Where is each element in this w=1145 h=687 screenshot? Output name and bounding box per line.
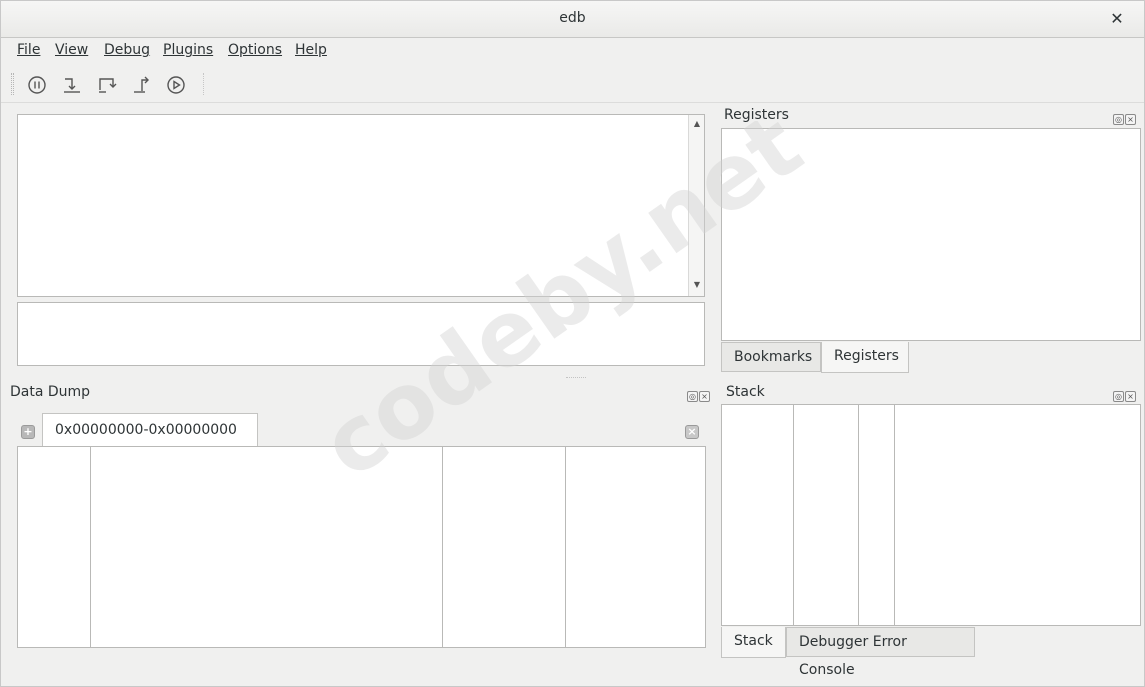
toolbar: [1, 65, 1144, 103]
edb-window: edb ✕ File View Debug Plugins Options He…: [0, 0, 1145, 687]
registers-dock-title: Registers: [724, 107, 789, 123]
column-divider[interactable]: [565, 447, 566, 647]
menu-options-label: Options: [228, 42, 283, 58]
registers-dock-buttons: ◎ ×: [1112, 110, 1138, 125]
menu-plugins[interactable]: Plugins: [163, 42, 213, 58]
menu-debug-label: Debug: [104, 42, 151, 58]
toolbar-grip[interactable]: [11, 73, 14, 95]
data-dump-tab[interactable]: 0x00000000-0x00000000: [42, 413, 258, 448]
close-dock-icon[interactable]: ×: [1125, 391, 1136, 402]
data-dump-dock-buttons: ◎ ×: [686, 387, 712, 402]
scroll-down-icon[interactable]: ▼: [692, 280, 702, 290]
stack-dock-buttons: ◎ ×: [1112, 387, 1138, 402]
menu-help-label: Help: [295, 42, 327, 58]
data-dump-dock-title: Data Dump: [10, 384, 91, 400]
menu-bar: File View Debug Plugins Options Help: [1, 39, 1144, 65]
tab-bookmarks[interactable]: Bookmarks: [721, 342, 821, 372]
step-out-icon[interactable]: [131, 74, 153, 96]
menu-help[interactable]: Help: [295, 42, 327, 58]
float-icon[interactable]: ◎: [1113, 114, 1124, 125]
menu-plugins-label: Plugins: [163, 42, 214, 58]
float-icon[interactable]: ◎: [1113, 391, 1124, 402]
column-divider[interactable]: [442, 447, 443, 647]
step-into-icon[interactable]: [61, 74, 83, 96]
menu-options[interactable]: Options: [228, 42, 282, 58]
pause-icon[interactable]: [26, 74, 48, 96]
menu-file-label: File: [17, 42, 41, 58]
column-divider[interactable]: [858, 405, 859, 625]
float-icon[interactable]: ◎: [687, 391, 698, 402]
menu-view[interactable]: View: [55, 42, 88, 58]
status-box: [17, 302, 705, 366]
step-over-icon[interactable]: [96, 74, 118, 96]
stack-dock-tabs: Stack Debugger Error Console: [721, 627, 1141, 678]
data-dump-view[interactable]: [17, 446, 706, 648]
tab-registers[interactable]: Registers: [821, 342, 909, 373]
toolbar-separator: [203, 73, 206, 95]
column-divider[interactable]: [894, 405, 895, 625]
add-tab-icon[interactable]: +: [21, 425, 35, 439]
disassembly-view[interactable]: ▲ ▼: [17, 114, 705, 297]
column-divider[interactable]: [90, 447, 91, 647]
menu-file[interactable]: File: [17, 42, 40, 58]
splitter-handle[interactable]: [566, 377, 586, 380]
stack-view[interactable]: [721, 404, 1141, 626]
window-title: edb: [559, 10, 586, 26]
run-icon[interactable]: [165, 74, 187, 96]
tab-debugger-error-console[interactable]: Debugger Error Console: [786, 627, 975, 678]
close-icon[interactable]: ✕: [1106, 8, 1128, 30]
tab-stack[interactable]: Stack: [721, 627, 786, 658]
scroll-up-icon[interactable]: ▲: [692, 119, 702, 129]
close-dock-icon[interactable]: ×: [1125, 114, 1136, 125]
column-divider[interactable]: [793, 405, 794, 625]
close-tab-icon[interactable]: ×: [685, 425, 699, 439]
registers-dock-tabs: Bookmarks Registers: [721, 342, 1141, 374]
registers-view[interactable]: [721, 128, 1141, 341]
menu-view-label: View: [55, 42, 89, 58]
disassembly-scrollbar[interactable]: ▲ ▼: [688, 115, 704, 296]
menu-debug[interactable]: Debug: [104, 42, 150, 58]
close-dock-icon[interactable]: ×: [699, 391, 710, 402]
title-bar: edb ✕: [1, 1, 1144, 38]
stack-dock-title: Stack: [726, 384, 765, 400]
